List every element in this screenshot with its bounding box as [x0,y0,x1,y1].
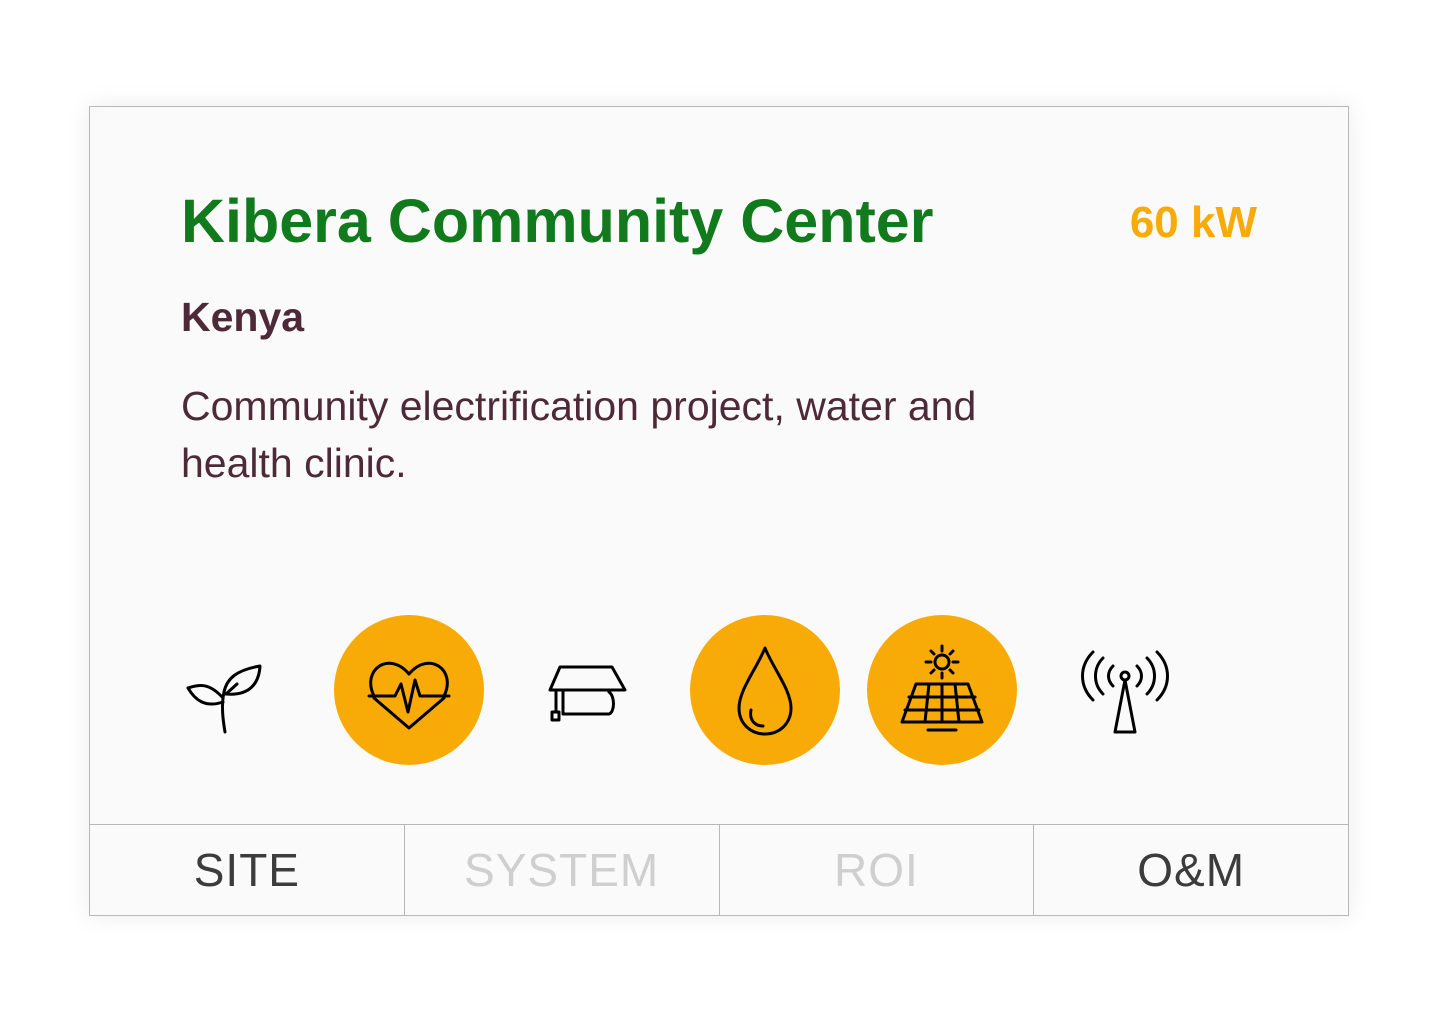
plant-icon[interactable] [150,615,300,765]
health-icon[interactable] [334,615,484,765]
category-icons [90,615,1348,767]
project-card: Kibera Community Center 60 kW Kenya Comm… [89,106,1349,916]
tab-om[interactable]: O&M [1034,825,1348,915]
project-country: Kenya [181,294,305,340]
project-title: Kibera Community Center [181,187,934,255]
water-icon[interactable] [690,615,840,765]
solar-panel-icon[interactable] [867,615,1017,765]
project-description: Community electrification project, water… [181,383,977,486]
tab-roi[interactable]: ROI [720,825,1035,915]
tab-system[interactable]: SYSTEM [405,825,720,915]
tab-site[interactable]: SITE [90,825,405,915]
telecom-tower-icon[interactable] [1050,615,1200,765]
education-icon[interactable] [510,615,660,765]
power-capacity: 60 kW [1129,198,1257,247]
tab-bar: SITE SYSTEM ROI O&M [90,824,1348,915]
